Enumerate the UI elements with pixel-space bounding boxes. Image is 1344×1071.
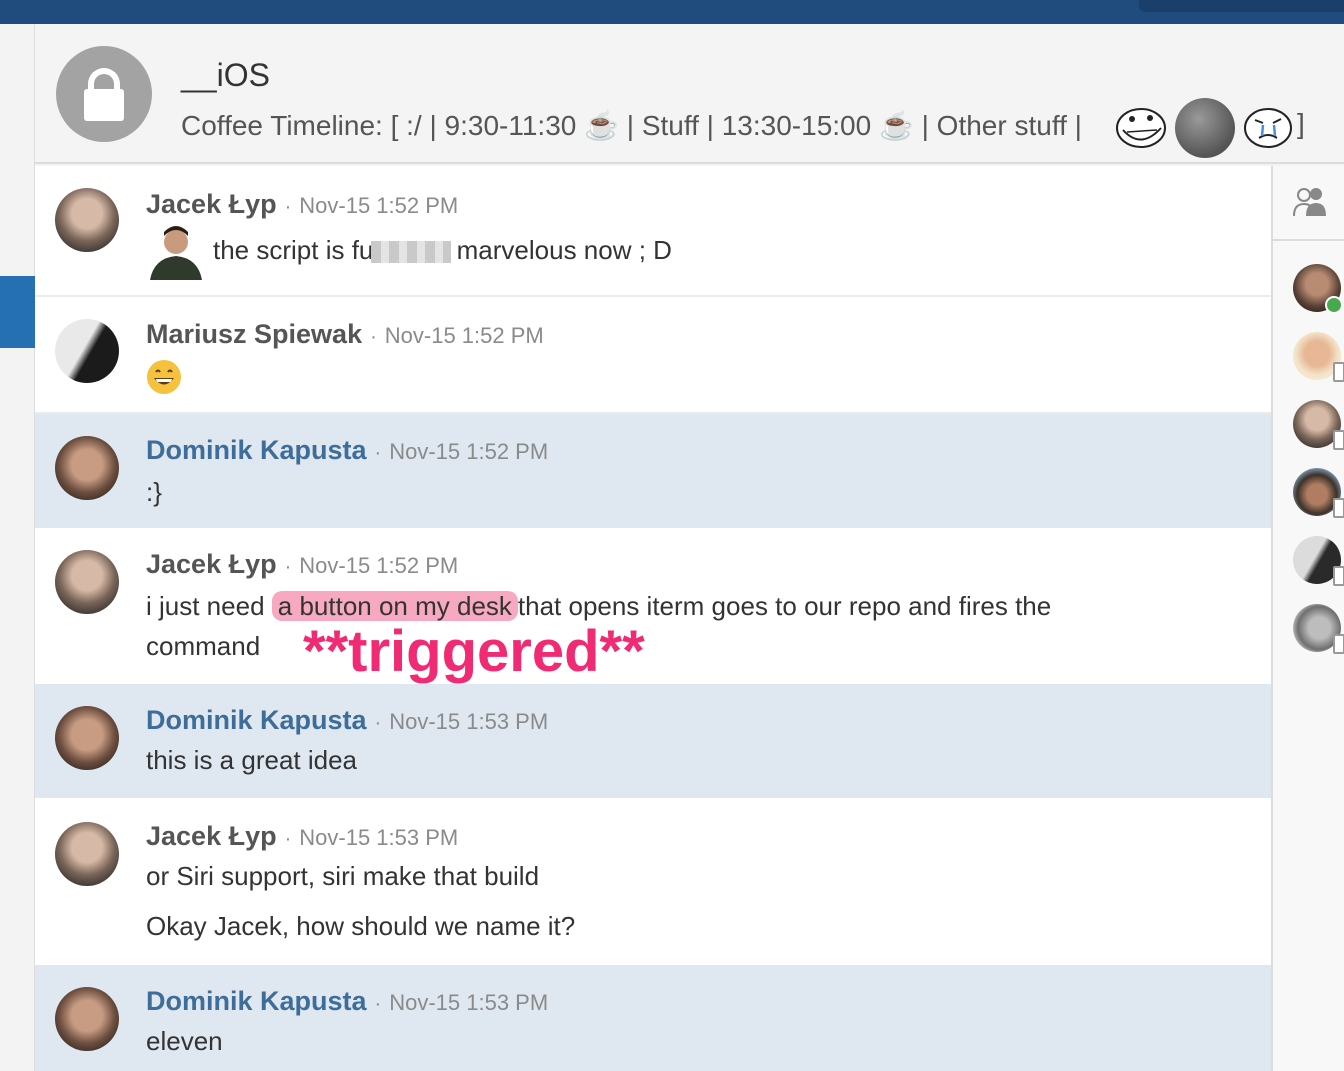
top-navigation-bar (0, 0, 1344, 24)
message-meta: Mariusz Spiewak · Nov-15 1:52 PM (146, 318, 544, 353)
reaction-image (146, 222, 204, 280)
mobile-status-icon (1333, 634, 1344, 654)
message-timestamp[interactable]: Nov-15 1:52 PM (299, 553, 458, 578)
separator: · (374, 712, 382, 734)
top-bar-tab[interactable] (1139, 0, 1344, 12)
message-text: this is a great idea (146, 745, 358, 775)
message-timestamp[interactable]: Nov-15 1:52 PM (385, 323, 544, 348)
message-author[interactable]: Jacek Łyp (146, 189, 277, 219)
mobile-status-icon (1333, 362, 1344, 382)
mobile-status-icon (1333, 498, 1344, 518)
message-timestamp[interactable]: Nov-15 1:53 PM (299, 825, 458, 850)
message-timestamp[interactable]: Nov-15 1:52 PM (299, 193, 458, 218)
message-item: Dominik Kapusta · Nov-15 1:53 PM eleven (35, 965, 1271, 1071)
message-author[interactable]: Jacek Łyp (146, 549, 277, 579)
message-text-end: that opens iterm goes to our repo and fi… (517, 591, 1052, 621)
message-meta: Jacek Łyp · Nov-15 1:53 PM (146, 820, 458, 855)
mobile-status-icon (1333, 566, 1344, 586)
message-meta: Jacek Łyp · Nov-15 1:52 PM (146, 188, 458, 223)
separator: · (284, 828, 292, 850)
message-text: i just need a button on my desk that open… (146, 590, 1051, 622)
message-author[interactable]: Dominik Kapusta (146, 435, 367, 465)
message-author[interactable]: Mariusz Spiewak (146, 319, 362, 349)
member-avatar[interactable] (1293, 400, 1344, 450)
separator: · (284, 556, 292, 578)
lock-icon (56, 46, 152, 142)
message-author[interactable]: Dominik Kapusta (146, 986, 367, 1016)
member-avatar[interactable] (1293, 536, 1344, 586)
left-rail (0, 24, 35, 1071)
troll-face-icon (1116, 108, 1166, 148)
member-avatar[interactable] (1293, 604, 1344, 654)
avatar[interactable] (55, 822, 119, 886)
room-name: __iOS (181, 57, 270, 93)
people-button[interactable] (1273, 166, 1344, 241)
message-text: eleven (146, 1026, 223, 1056)
message-meta: Dominik Kapusta · Nov-15 1:53 PM (146, 704, 548, 739)
topic-faces: ] (1115, 96, 1344, 158)
avatar[interactable] (55, 188, 119, 252)
message-item: Jacek Łyp · Nov-15 1:52 PM the script is f… (35, 166, 1271, 297)
message-item: Jacek Łyp · Nov-15 1:53 PM or Siri support… (35, 798, 1271, 965)
message-meta: Dominik Kapusta · Nov-15 1:53 PM (146, 985, 548, 1020)
avatar[interactable] (55, 550, 119, 614)
message-text-line2: command (146, 631, 261, 661)
room-topic: Coffee Timeline: [ :/ | 9:30-11:30 ☕ | S… (181, 110, 1082, 141)
separator: · (284, 196, 292, 218)
member-avatar[interactable] (1293, 264, 1343, 314)
mobile-status-icon (1333, 430, 1344, 450)
photo-avatar (1175, 98, 1235, 158)
people-icon (1293, 188, 1326, 217)
crying-face-icon (1244, 108, 1292, 148)
member-avatar[interactable] (1293, 332, 1344, 382)
highlighted-phrase: a button on my desk (271, 591, 518, 621)
avatar[interactable] (55, 436, 119, 500)
message-text-end: marvelous now ; D (456, 235, 672, 265)
message-item: Jacek Łyp · Nov-15 1:52 PM i just need a b… (35, 528, 1271, 685)
message-timestamp[interactable]: Nov-15 1:53 PM (389, 709, 548, 734)
message-meta: Dominik Kapusta · Nov-15 1:52 PM (146, 434, 548, 469)
avatar[interactable] (55, 706, 119, 770)
message-text: :} (146, 477, 162, 507)
message-timestamp[interactable]: Nov-15 1:53 PM (389, 990, 548, 1015)
message-meta: Jacek Łyp · Nov-15 1:52 PM (146, 548, 458, 583)
online-status-icon (1325, 296, 1343, 314)
message-list[interactable]: Jacek Łyp · Nov-15 1:52 PM the script is f… (35, 166, 1271, 1071)
message-item: Dominik Kapusta · Nov-15 1:53 PM this is a… (35, 684, 1271, 798)
member-avatar[interactable] (1293, 468, 1344, 518)
message-text-start: the script is fu (213, 235, 374, 265)
members-sidebar (1271, 166, 1344, 1071)
avatar[interactable] (55, 319, 119, 383)
message-item: Dominik Kapusta · Nov-15 1:52 PM :} (35, 414, 1271, 528)
message-text-start: i just need (146, 591, 265, 621)
message-text: the script is fu marvelous now ; D (213, 234, 672, 266)
message-timestamp[interactable]: Nov-15 1:52 PM (389, 439, 548, 464)
active-room-marker[interactable] (0, 276, 35, 348)
topic-end: ] (1297, 108, 1305, 139)
separator: · (374, 993, 382, 1015)
room-header: __iOS Coffee Timeline: [ :/ | 9:30-11:30… (35, 24, 1344, 164)
triggered-annotation: **triggered** (302, 619, 646, 685)
separator: · (370, 326, 377, 348)
message-text-line2: Okay Jacek, how should we name it? (146, 911, 576, 941)
message-author[interactable]: Dominik Kapusta (146, 705, 367, 735)
message-author[interactable]: Jacek Łyp (146, 821, 277, 851)
separator: · (374, 442, 382, 464)
censored-word (371, 241, 452, 264)
message-text: or Siri support, siri make that build (146, 861, 540, 891)
message-item: Mariusz Spiewak · Nov-15 1:52 PM (35, 297, 1271, 414)
lock-body (84, 89, 124, 121)
avatar[interactable] (55, 987, 119, 1051)
grinning-emoji (147, 360, 181, 394)
